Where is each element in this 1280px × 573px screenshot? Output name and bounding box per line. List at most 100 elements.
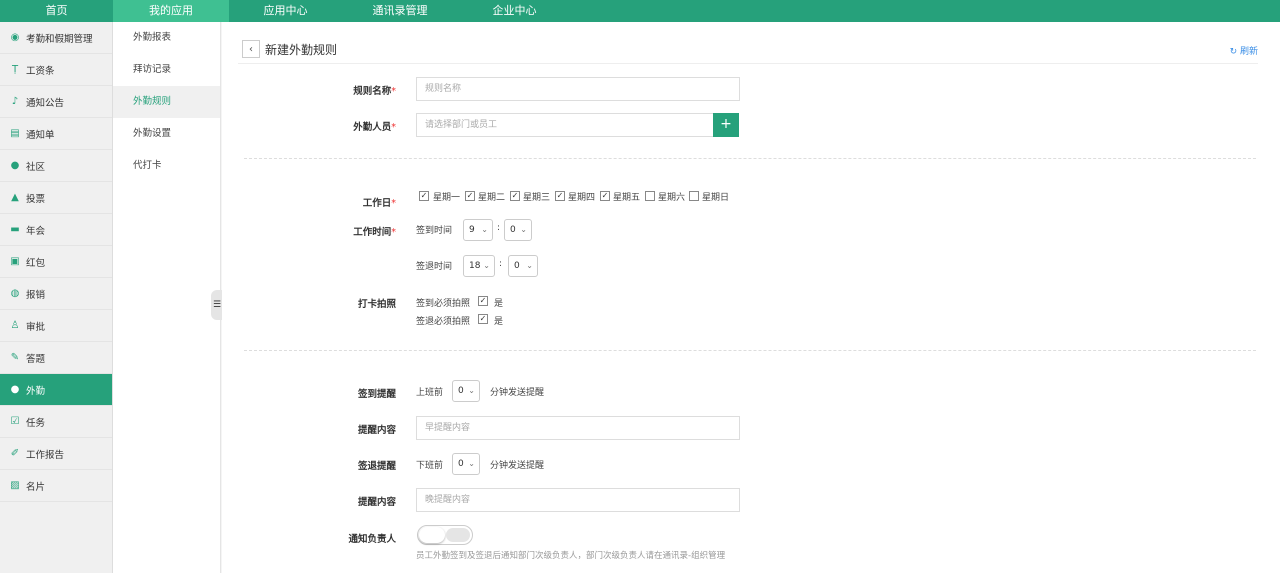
- workday-sun-checkbox[interactable]: [689, 191, 699, 201]
- workday-mon-checkbox[interactable]: ✓: [419, 191, 429, 201]
- sidebar-item-label: 红包: [26, 257, 46, 269]
- sidebar-item-task[interactable]: ☑ 任务: [0, 406, 112, 438]
- notify-leader-description: 员工外勤签到及签退后通知部门次级负责人，部门次级负责人请在通讯录-组织管理: [416, 551, 726, 561]
- checkout-remind-select[interactable]: 0 ⌄: [452, 453, 480, 475]
- approval-icon: ♙: [10, 320, 20, 331]
- sidebar-item-label: 任务: [26, 417, 46, 429]
- workday-tue-label: 星期二: [478, 193, 506, 203]
- sidebar-item-card[interactable]: ▨ 名片: [0, 470, 112, 502]
- checkout-minute-select[interactable]: 0 ⌄: [508, 255, 538, 277]
- workday-mon-label: 星期一: [433, 193, 461, 203]
- checkout-photo-checkbox[interactable]: ✓: [478, 314, 488, 324]
- report-icon: ✐: [10, 448, 20, 459]
- sidebar-item-label: 审批: [26, 321, 46, 333]
- checkout-content-input[interactable]: 晚提醒内容: [416, 488, 740, 512]
- notify-leader-label: 通知负责人: [348, 534, 396, 545]
- sidebar-item-field[interactable]: ● 外勤: [0, 374, 112, 406]
- checkin-minute-select[interactable]: 0 ⌄: [504, 219, 532, 241]
- rule-name-input[interactable]: 规则名称: [416, 77, 740, 101]
- sidebar-item-label: 答题: [26, 353, 46, 365]
- page-title: 新建外勤规则: [265, 43, 338, 57]
- toggle-track: [446, 528, 470, 542]
- sidebar-item-label: 通知公告: [26, 97, 65, 109]
- sidebar-item-label: 投票: [26, 193, 46, 205]
- tab-enterprise[interactable]: 企业中心: [458, 0, 571, 22]
- tab-my-apps[interactable]: 我的应用: [113, 0, 229, 22]
- sidebar-item-label: 考勤和假期管理: [26, 33, 93, 45]
- vote-icon: ▲: [11, 192, 19, 203]
- back-button[interactable]: ‹: [242, 40, 260, 58]
- notice-icon: ▤: [10, 128, 20, 139]
- chevron-down-icon: ⌄: [468, 459, 475, 468]
- chat-icon: ●: [10, 160, 20, 171]
- checkout-time-label: 签退时间: [416, 262, 453, 272]
- rule-name-label: 规则名称*: [353, 86, 396, 97]
- workday-sat-checkbox[interactable]: [645, 191, 655, 201]
- time-separator: :: [497, 223, 501, 233]
- checkout-remind-suffix: 分钟发送提醒: [490, 461, 545, 471]
- checkout-hour-select[interactable]: 18 ⌄: [463, 255, 495, 277]
- workday-wed-label: 星期三: [523, 193, 551, 203]
- tab-contacts[interactable]: 通讯录管理: [342, 0, 458, 22]
- attendance-icon: ◉: [10, 32, 20, 43]
- checkin-remind-label: 签到提醒: [357, 389, 396, 400]
- workday-fri-checkbox[interactable]: ✓: [600, 191, 610, 201]
- workday-wed-checkbox[interactable]: ✓: [510, 191, 520, 201]
- card-icon: ▨: [10, 480, 20, 491]
- sidebar-item-label: 名片: [26, 481, 46, 493]
- bell-icon: ♪: [11, 96, 19, 107]
- section-divider: [244, 350, 1256, 351]
- main-panel: ‹ 新建外勤规则 ↻ 刷新 规则名称* 规则名称 外勤人员* 请选择部门或员工 …: [222, 22, 1280, 573]
- checkin-content-input[interactable]: 早提醒内容: [416, 416, 740, 440]
- sidebar-item-notice[interactable]: ▤ 通知单: [0, 118, 112, 150]
- sidebar-item-label: 工资条: [26, 65, 55, 77]
- checkout-remind-prefix: 下班前: [416, 461, 444, 471]
- sidebar-item-attendance[interactable]: ◉ 考勤和假期管理: [0, 22, 112, 54]
- subnav-item-field-settings[interactable]: 外勤设置: [113, 118, 220, 150]
- checkin-remind-select[interactable]: 0 ⌄: [452, 380, 480, 402]
- workday-thu-checkbox[interactable]: ✓: [555, 191, 565, 201]
- sidebar-item-annual-party[interactable]: ▬ 年会: [0, 214, 112, 246]
- sidebar-item-quiz[interactable]: ✎ 答题: [0, 342, 112, 374]
- checkin-photo-label: 签到必须拍照: [416, 299, 471, 309]
- refresh-button[interactable]: ↻ 刷新: [1230, 44, 1258, 57]
- plus-icon: +: [720, 116, 732, 132]
- checkout-remind-label: 签退提醒: [357, 461, 396, 472]
- checkin-hour-select[interactable]: 9 ⌄: [463, 219, 493, 241]
- subnav-item-proxy-checkin[interactable]: 代打卡: [113, 150, 220, 182]
- tab-app-center[interactable]: 应用中心: [229, 0, 342, 22]
- notify-leader-toggle[interactable]: [417, 525, 473, 545]
- checkin-remind-prefix: 上班前: [416, 388, 444, 398]
- checkout-photo-label: 签退必须拍照: [416, 317, 471, 327]
- add-member-button[interactable]: +: [713, 113, 739, 137]
- checkin-time-label: 签到时间: [416, 226, 453, 236]
- subnav-item-field-report[interactable]: 外勤报表: [113, 22, 220, 54]
- chevron-down-icon: ⌄: [481, 225, 488, 234]
- checkout-content-label: 提醒内容: [357, 497, 396, 508]
- chevron-down-icon: ⌄: [520, 225, 527, 234]
- party-icon: ▬: [10, 224, 20, 235]
- checkin-photo-checkbox[interactable]: ✓: [478, 296, 488, 306]
- sidebar-item-report[interactable]: ✐ 工作报告: [0, 438, 112, 470]
- sidebar-item-redpacket[interactable]: ▣ 红包: [0, 246, 112, 278]
- subnav-item-visit-records[interactable]: 拜访记录: [113, 54, 220, 86]
- sidebar-item-label: 工作报告: [26, 449, 65, 461]
- workday-sat-label: 星期六: [658, 193, 686, 203]
- section-divider: [244, 158, 1256, 159]
- checkin-photo-value: 是: [494, 299, 504, 309]
- tab-home[interactable]: 首页: [0, 0, 113, 22]
- chevron-left-icon: ‹: [249, 43, 253, 55]
- sidebar-item-vote[interactable]: ▲ 投票: [0, 182, 112, 214]
- workday-thu-label: 星期四: [568, 193, 596, 203]
- sidebar-item-approval[interactable]: ♙ 审批: [0, 310, 112, 342]
- sidebar-item-salary[interactable]: Ṭ 工资条: [0, 54, 112, 86]
- workday-sun-label: 星期日: [702, 193, 730, 203]
- worktime-label: 工作时间*: [353, 227, 396, 238]
- subnav-item-field-rules[interactable]: 外勤规则: [113, 86, 220, 118]
- chevron-down-icon: ⌄: [483, 261, 490, 270]
- sidebar-item-community[interactable]: ● 社区: [0, 150, 112, 182]
- sidebar-item-reimburse[interactable]: ◍ 报销: [0, 278, 112, 310]
- members-input[interactable]: 请选择部门或员工: [416, 113, 714, 137]
- sidebar-item-announcement[interactable]: ♪ 通知公告: [0, 86, 112, 118]
- workday-tue-checkbox[interactable]: ✓: [465, 191, 475, 201]
